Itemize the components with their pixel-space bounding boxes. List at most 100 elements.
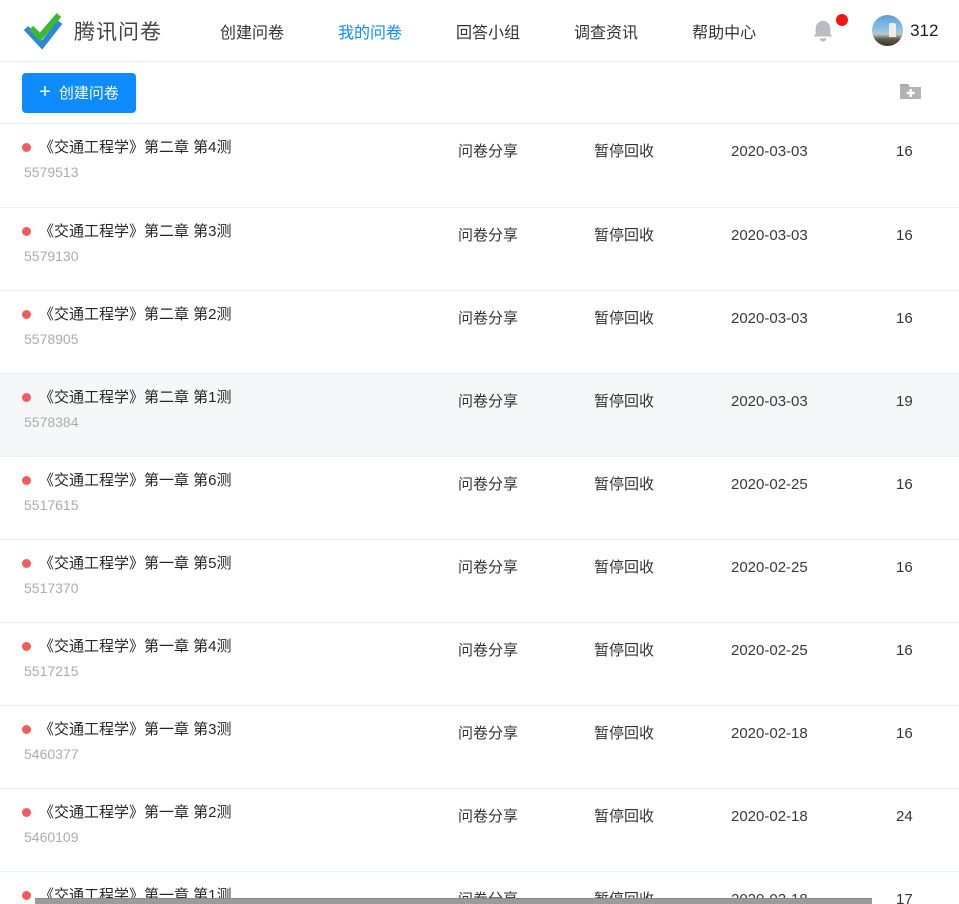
table-row[interactable]: 《交通工程学》第二章 第3测 5579130 问卷分享 暂停回收 2020-03… [0, 207, 959, 290]
horizontal-scrollbar [0, 898, 959, 904]
status-dot-icon [22, 808, 31, 817]
survey-type: 问卷分享 [458, 623, 594, 705]
answer-count: 16 [880, 623, 959, 705]
survey-title-cell: 《交通工程学》第一章 第2测 5460109 [0, 789, 458, 871]
survey-status: 暂停回收 [594, 623, 731, 705]
survey-date: 2020-03-03 [731, 291, 880, 373]
answer-count: 24 [880, 789, 959, 871]
status-dot-icon [22, 143, 31, 152]
survey-status: 暂停回收 [594, 291, 731, 373]
survey-id: 5517615 [22, 497, 448, 513]
logo-checkmark-icon [22, 11, 64, 51]
survey-title[interactable]: 《交通工程学》第一章 第4测 [39, 637, 232, 656]
survey-id: 5460377 [22, 746, 448, 762]
nav-create-survey[interactable]: 创建问卷 [220, 15, 284, 47]
table-row[interactable]: 《交通工程学》第一章 第4测 5517215 问卷分享 暂停回收 2020-02… [0, 622, 959, 705]
horizontal-scrollbar-thumb[interactable] [35, 898, 872, 904]
nav-help-center[interactable]: 帮助中心 [692, 15, 756, 47]
survey-status: 暂停回收 [594, 208, 731, 290]
folder-plus-icon [898, 79, 923, 106]
status-dot-icon [22, 725, 31, 734]
survey-date: 2020-03-03 [731, 374, 880, 456]
survey-id: 5578384 [22, 414, 448, 430]
avatar-photo-detail [889, 23, 896, 37]
bell-icon [812, 31, 834, 48]
survey-status: 暂停回收 [594, 457, 731, 539]
status-dot-icon [22, 310, 31, 319]
survey-title[interactable]: 《交通工程学》第一章 第2测 [39, 803, 232, 822]
survey-title-cell: 《交通工程学》第二章 第3测 5579130 [0, 208, 458, 290]
survey-status: 暂停回收 [594, 706, 731, 788]
survey-type: 问卷分享 [458, 789, 594, 871]
plus-icon: + [39, 82, 51, 102]
nav-answer-groups[interactable]: 回答小组 [456, 15, 520, 47]
user-avatar[interactable] [872, 15, 903, 46]
app-logo[interactable]: 腾讯问卷 [22, 11, 162, 51]
survey-title-cell: 《交通工程学》第二章 第4测 5579513 [0, 124, 458, 207]
table-row[interactable]: 《交通工程学》第二章 第2测 5578905 问卷分享 暂停回收 2020-03… [0, 290, 959, 373]
unread-notification-dot [836, 14, 848, 26]
survey-date: 2020-03-03 [731, 124, 880, 207]
answer-count: 16 [880, 706, 959, 788]
survey-date: 2020-02-25 [731, 623, 880, 705]
survey-id: 5460109 [22, 829, 448, 845]
survey-title[interactable]: 《交通工程学》第二章 第1测 [39, 388, 232, 407]
survey-title[interactable]: 《交通工程学》第二章 第2测 [39, 305, 232, 324]
survey-title[interactable]: 《交通工程学》第二章 第4测 [39, 138, 232, 157]
survey-title[interactable]: 《交通工程学》第一章 第6测 [39, 471, 232, 490]
survey-date: 2020-02-18 [731, 706, 880, 788]
list-toolbar: + 创建问卷 [0, 62, 959, 124]
nav-my-surveys[interactable]: 我的问卷 [338, 15, 402, 47]
survey-type: 问卷分享 [458, 208, 594, 290]
answer-count: 16 [880, 457, 959, 539]
table-row[interactable]: 《交通工程学》第一章 第3测 5460377 问卷分享 暂停回收 2020-02… [0, 705, 959, 788]
survey-type: 问卷分享 [458, 540, 594, 622]
table-row[interactable]: 《交通工程学》第一章 第5测 5517370 问卷分享 暂停回收 2020-02… [0, 539, 959, 622]
survey-status: 暂停回收 [594, 124, 731, 207]
survey-title-cell: 《交通工程学》第一章 第6测 5517615 [0, 457, 458, 539]
survey-status: 暂停回收 [594, 374, 731, 456]
user-name: 312 [910, 21, 938, 41]
survey-title-cell: 《交通工程学》第一章 第5测 5517370 [0, 540, 458, 622]
survey-id: 5517370 [22, 580, 448, 596]
table-row[interactable]: 《交通工程学》第二章 第4测 5579513 问卷分享 暂停回收 2020-03… [0, 124, 959, 207]
create-survey-button-label: 创建问卷 [59, 82, 119, 103]
notifications-button[interactable] [812, 18, 834, 44]
table-row[interactable]: 《交通工程学》第一章 第6测 5517615 问卷分享 暂停回收 2020-02… [0, 456, 959, 539]
nav-survey-news[interactable]: 调查资讯 [574, 15, 638, 47]
new-folder-button[interactable] [898, 79, 923, 106]
answer-count: 16 [880, 540, 959, 622]
survey-status: 暂停回收 [594, 789, 731, 871]
survey-status: 暂停回收 [594, 540, 731, 622]
survey-type: 问卷分享 [458, 706, 594, 788]
status-dot-icon [22, 393, 31, 402]
survey-title[interactable]: 《交通工程学》第二章 第3测 [39, 222, 232, 241]
survey-type: 问卷分享 [458, 374, 594, 456]
status-dot-icon [22, 476, 31, 485]
status-dot-icon [22, 227, 31, 236]
app-title: 腾讯问卷 [74, 16, 162, 46]
create-survey-button[interactable]: + 创建问卷 [22, 73, 136, 113]
survey-type: 问卷分享 [458, 457, 594, 539]
survey-type: 问卷分享 [458, 291, 594, 373]
survey-title[interactable]: 《交通工程学》第一章 第5测 [39, 554, 232, 573]
top-navbar: 腾讯问卷 创建问卷 我的问卷 回答小组 调查资讯 帮助中心 312 [0, 0, 959, 62]
survey-id: 5579513 [22, 164, 448, 180]
survey-id: 5578905 [22, 331, 448, 347]
survey-title-cell: 《交通工程学》第二章 第2测 5578905 [0, 291, 458, 373]
survey-title[interactable]: 《交通工程学》第一章 第3测 [39, 720, 232, 739]
survey-date: 2020-02-25 [731, 540, 880, 622]
status-dot-icon [22, 642, 31, 651]
survey-date: 2020-03-03 [731, 208, 880, 290]
answer-count: 16 [880, 124, 959, 207]
survey-title-cell: 《交通工程学》第一章 第4测 5517215 [0, 623, 458, 705]
table-row[interactable]: 《交通工程学》第一章 第2测 5460109 问卷分享 暂停回收 2020-02… [0, 788, 959, 871]
survey-title-cell: 《交通工程学》第一章 第3测 5460377 [0, 706, 458, 788]
survey-type: 问卷分享 [458, 124, 594, 207]
answer-count: 16 [880, 291, 959, 373]
survey-id: 5517215 [22, 663, 448, 679]
table-row-highlighted[interactable]: 《交通工程学》第二章 第1测 5578384 问卷分享 暂停回收 2020-03… [0, 373, 959, 456]
answer-count: 16 [880, 208, 959, 290]
main-nav: 创建问卷 我的问卷 回答小组 调查资讯 帮助中心 [220, 15, 810, 47]
answer-count: 19 [880, 374, 959, 456]
